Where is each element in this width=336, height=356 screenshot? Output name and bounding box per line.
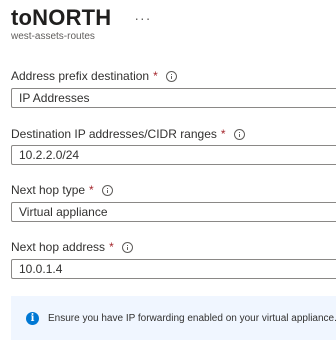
required-indicator: * bbox=[220, 127, 226, 141]
info-filled-icon: i bbox=[26, 311, 39, 325]
ellipsis-icon[interactable]: ··· bbox=[130, 11, 155, 25]
page-subtitle: west-assets-routes bbox=[11, 31, 95, 42]
destination-ip-label-text: Destination IP addresses/CIDR ranges bbox=[11, 127, 217, 141]
info-icon[interactable] bbox=[165, 70, 177, 82]
next-hop-address-label: Next hop address * bbox=[11, 239, 133, 255]
info-icon[interactable] bbox=[233, 128, 245, 140]
next-hop-type-label: Next hop type * bbox=[11, 182, 113, 198]
notice-text: Ensure you have IP forwarding enabled on… bbox=[48, 312, 336, 324]
required-indicator: * bbox=[153, 69, 158, 83]
required-indicator: * bbox=[109, 240, 114, 254]
next-hop-type-select[interactable]: Virtual appliance bbox=[11, 202, 336, 222]
address-prefix-destination-select[interactable]: IP Addresses bbox=[11, 88, 336, 108]
info-icon[interactable] bbox=[121, 241, 133, 253]
info-notice: i Ensure you have IP forwarding enabled … bbox=[11, 296, 336, 340]
next-hop-address-input[interactable]: 10.0.1.4 bbox=[11, 259, 336, 279]
page-title: toNORTH bbox=[11, 5, 112, 30]
address-prefix-destination-label-text: Address prefix destination bbox=[11, 69, 150, 83]
info-icon[interactable] bbox=[101, 184, 113, 196]
destination-ip-label: Destination IP addresses/CIDR ranges * bbox=[11, 126, 245, 142]
next-hop-address-label-text: Next hop address bbox=[11, 240, 106, 254]
destination-ip-input[interactable]: 10.2.2.0/24 bbox=[11, 145, 336, 165]
required-indicator: * bbox=[89, 183, 94, 197]
address-prefix-destination-label: Address prefix destination * bbox=[11, 68, 177, 84]
page-header: toNORTH ··· bbox=[11, 4, 155, 32]
next-hop-type-label-text: Next hop type bbox=[11, 183, 86, 197]
